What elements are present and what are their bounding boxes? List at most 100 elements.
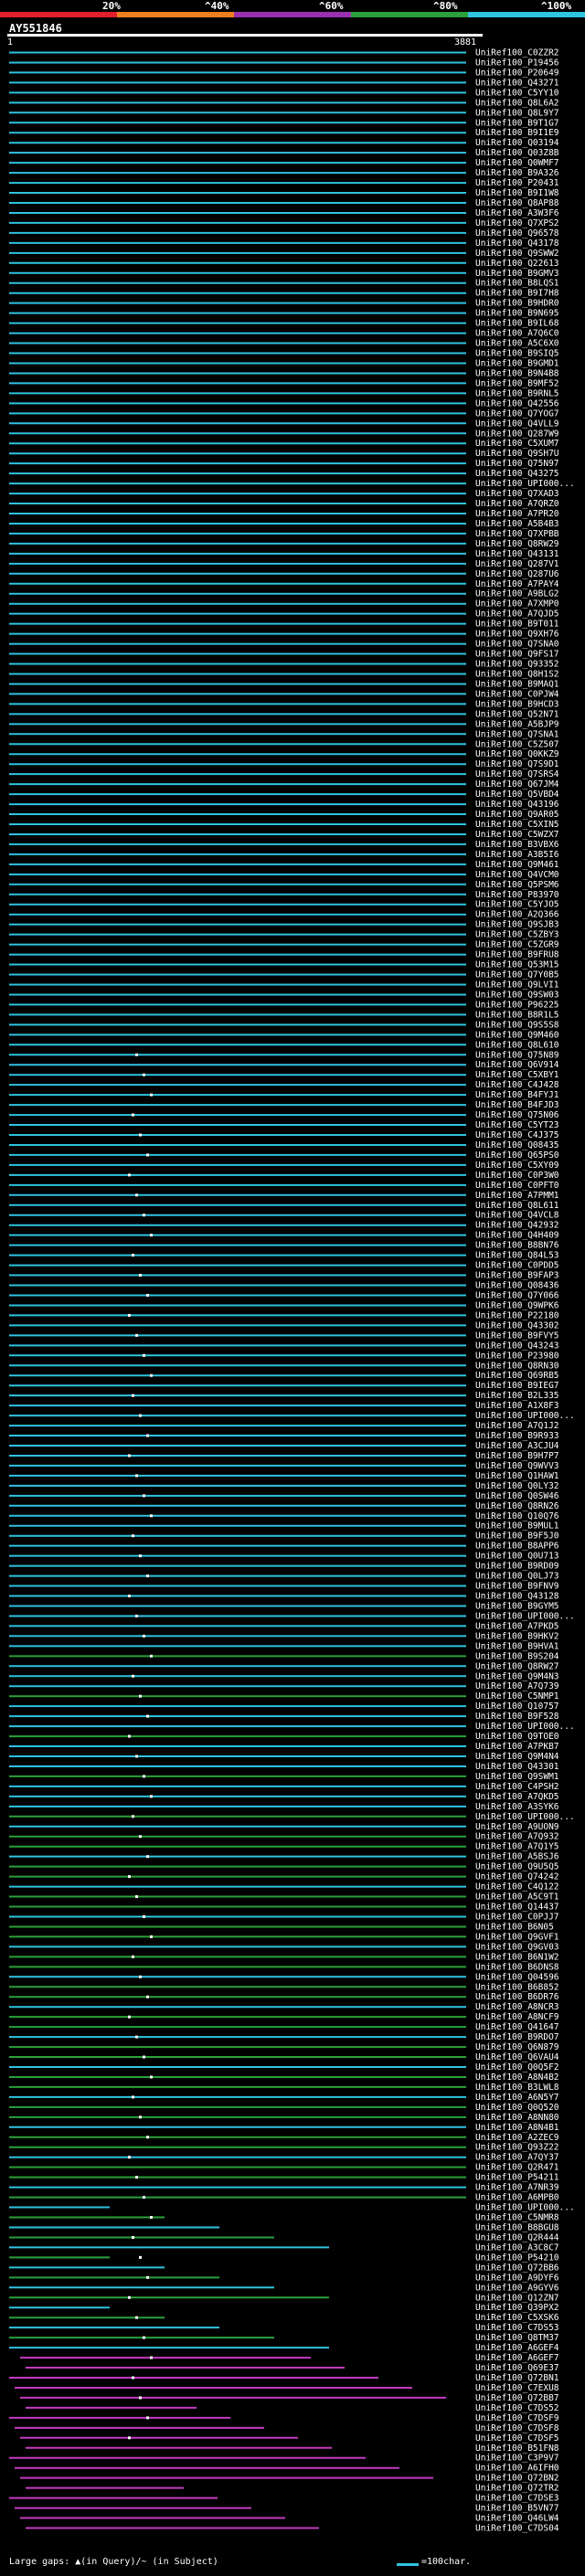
hit-label[interactable]: UniRef100_A7PKB7 xyxy=(475,1742,559,1752)
hit-label[interactable]: UniRef100_B9HVA1 xyxy=(475,1641,559,1651)
hit-label[interactable]: UniRef100_Q2R444 xyxy=(475,2232,559,2242)
hit-label[interactable]: UniRef100_Q84L53 xyxy=(475,1251,559,1261)
hit-label[interactable]: UniRef100_B2L335 xyxy=(475,1391,559,1401)
hit-label[interactable]: UniRef100_Q72TR2 xyxy=(475,2484,559,2494)
hit-label[interactable]: UniRef100_UPI000... xyxy=(475,1812,575,1822)
hit-label[interactable]: UniRef100_B6B852 xyxy=(475,1982,559,1992)
hit-label[interactable]: UniRef100_C5XSK6 xyxy=(475,2313,559,2323)
hit-label[interactable]: UniRef100_Q6N879 xyxy=(475,2042,559,2052)
hit-label[interactable]: UniRef100_Q9FS17 xyxy=(475,650,559,660)
hit-label[interactable]: UniRef100_Q72BB7 xyxy=(475,2393,559,2403)
hit-label[interactable]: UniRef100_Q8RN26 xyxy=(475,1501,559,1511)
hit-label[interactable]: UniRef100_B9FVY5 xyxy=(475,1330,559,1341)
hit-label[interactable]: UniRef100_B9RDO7 xyxy=(475,2032,559,2042)
hit-label[interactable]: UniRef100_Q9SH7U xyxy=(475,449,559,459)
hit-label[interactable]: UniRef100_Q8H1S2 xyxy=(475,669,559,679)
hit-label[interactable]: UniRef100_Q0SW46 xyxy=(475,1491,559,1501)
hit-label[interactable]: UniRef100_B9S204 xyxy=(475,1651,559,1661)
hit-label[interactable]: UniRef100_B6N1W2 xyxy=(475,1952,559,1962)
hit-label[interactable]: UniRef100_Q287V1 xyxy=(475,559,559,569)
hit-label[interactable]: UniRef100_C5YJO5 xyxy=(475,900,559,910)
hit-label[interactable]: UniRef100_Q46LW4 xyxy=(475,2514,559,2524)
hit-label[interactable]: UniRef100_B9R933 xyxy=(475,1431,559,1441)
hit-label[interactable]: UniRef100_UPI000... xyxy=(475,1611,575,1621)
hit-label[interactable]: UniRef100_A3W3F6 xyxy=(475,208,559,218)
hit-label[interactable]: UniRef100_Q43271 xyxy=(475,78,559,88)
hit-label[interactable]: UniRef100_Q7Y0B5 xyxy=(475,970,559,981)
hit-label[interactable]: UniRef100_Q9M4N3 xyxy=(475,1671,559,1681)
hit-label[interactable]: UniRef100_Q0LJ73 xyxy=(475,1572,559,1582)
hit-label[interactable]: UniRef100_B9RNL5 xyxy=(475,388,559,398)
hit-label[interactable]: UniRef100_C5ZGR9 xyxy=(475,940,559,950)
hit-label[interactable]: UniRef100_B9F5J0 xyxy=(475,1532,559,1542)
hit-label[interactable]: UniRef100_B6N05 xyxy=(475,1922,554,1932)
hit-label[interactable]: UniRef100_Q9S5S8 xyxy=(475,1020,559,1030)
hit-label[interactable]: UniRef100_A7Q739 xyxy=(475,1681,559,1691)
hit-label[interactable]: UniRef100_C7DS52 xyxy=(475,2403,559,2413)
hit-label[interactable]: UniRef100_A5B4B3 xyxy=(475,519,559,529)
hit-label[interactable]: UniRef100_P54211 xyxy=(475,2173,559,2183)
hit-label[interactable]: UniRef100_A3B5I6 xyxy=(475,850,559,860)
hit-label[interactable]: UniRef100_C7DSF8 xyxy=(475,2423,559,2433)
hit-label[interactable]: UniRef100_Q93Z22 xyxy=(475,2143,559,2153)
hit-label[interactable]: UniRef100_Q43131 xyxy=(475,549,559,559)
hit-label[interactable]: UniRef100_Q7XAD3 xyxy=(475,489,559,499)
hit-label[interactable]: UniRef100_Q9M461 xyxy=(475,860,559,870)
hit-label[interactable]: UniRef100_C7EXU8 xyxy=(475,2383,559,2393)
hit-label[interactable]: UniRef100_Q8L610 xyxy=(475,1040,559,1050)
hit-label[interactable]: UniRef100_A7QKD5 xyxy=(475,1792,559,1802)
hit-label[interactable]: UniRef100_UPI000... xyxy=(475,1722,575,1732)
hit-label[interactable]: UniRef100_A7Q6C0 xyxy=(475,329,559,339)
hit-label[interactable]: UniRef100_B8APP6 xyxy=(475,1542,559,1552)
hit-label[interactable]: UniRef100_C0PDD5 xyxy=(475,1261,559,1271)
hit-label[interactable]: UniRef100_A9GYV6 xyxy=(475,2283,559,2293)
hit-label[interactable]: UniRef100_C0PFT0 xyxy=(475,1181,559,1191)
hit-label[interactable]: UniRef100_B9F528 xyxy=(475,1712,559,1722)
hit-label[interactable]: UniRef100_C4PSH2 xyxy=(475,1782,559,1792)
hit-label[interactable]: UniRef100_A7QJD5 xyxy=(475,610,559,620)
hit-label[interactable]: UniRef100_Q08435 xyxy=(475,1140,559,1150)
hit-label[interactable]: UniRef100_C5Z507 xyxy=(475,739,559,749)
hit-label[interactable]: UniRef100_A9BLG2 xyxy=(475,589,559,599)
hit-label[interactable]: UniRef100_B8LQS1 xyxy=(475,279,559,289)
hit-label[interactable]: UniRef100_A6GEF7 xyxy=(475,2353,559,2363)
hit-label[interactable]: UniRef100_Q9M4N4 xyxy=(475,1752,559,1762)
hit-label[interactable]: UniRef100_Q10Q76 xyxy=(475,1511,559,1521)
hit-label[interactable]: UniRef100_B9FNV9 xyxy=(475,1582,559,1592)
hit-label[interactable]: UniRef100_UPI000... xyxy=(475,2203,575,2213)
hit-label[interactable]: UniRef100_Q75N97 xyxy=(475,459,559,469)
hit-label[interactable]: UniRef100_C5YY10 xyxy=(475,88,559,98)
hit-label[interactable]: UniRef100_Q287U6 xyxy=(475,569,559,579)
hit-label[interactable]: UniRef100_C0ZZR2 xyxy=(475,48,559,58)
hit-label[interactable]: UniRef100_A7XMP0 xyxy=(475,599,559,610)
hit-label[interactable]: UniRef100_B9A326 xyxy=(475,168,559,178)
hit-label[interactable]: UniRef100_Q14437 xyxy=(475,1903,559,1913)
hit-label[interactable]: UniRef100_C3P9V7 xyxy=(475,2454,559,2464)
hit-label[interactable]: UniRef100_Q7XPS2 xyxy=(475,218,559,228)
hit-label[interactable]: UniRef100_Q72BN1 xyxy=(475,2373,559,2383)
hit-label[interactable]: UniRef100_Q04596 xyxy=(475,1972,559,1982)
hit-label[interactable]: UniRef100_B5VN77 xyxy=(475,2504,559,2514)
hit-label[interactable]: UniRef100_A6IFH0 xyxy=(475,2464,559,2474)
hit-label[interactable]: UniRef100_Q43196 xyxy=(475,800,559,810)
hit-label[interactable]: UniRef100_B9I1E9 xyxy=(475,128,559,138)
hit-label[interactable]: UniRef100_A8NN80 xyxy=(475,2113,559,2123)
hit-label[interactable]: UniRef100_Q9M460 xyxy=(475,1030,559,1040)
hit-label[interactable]: UniRef100_Q0Q5F2 xyxy=(475,2062,559,2072)
hit-label[interactable]: UniRef100_Q72BN2 xyxy=(475,2474,559,2484)
hit-label[interactable]: UniRef100_B9FRU8 xyxy=(475,950,559,960)
hit-label[interactable]: UniRef100_B9T1G7 xyxy=(475,118,559,128)
hit-label[interactable]: UniRef100_A8NCR3 xyxy=(475,2002,559,2012)
hit-label[interactable]: UniRef100_Q9AR05 xyxy=(475,810,559,820)
hit-label[interactable]: UniRef100_Q1HAW1 xyxy=(475,1471,559,1481)
hit-label[interactable]: UniRef100_Q75N89 xyxy=(475,1050,559,1060)
hit-label[interactable]: UniRef100_A7QRZ0 xyxy=(475,499,559,509)
hit-label[interactable]: UniRef100_A5C6X0 xyxy=(475,339,559,349)
hit-label[interactable]: UniRef100_C5XY09 xyxy=(475,1161,559,1171)
hit-label[interactable]: UniRef100_Q9XH76 xyxy=(475,630,559,640)
hit-label[interactable]: UniRef100_A3C8C7 xyxy=(475,2242,559,2253)
hit-label[interactable]: UniRef100_C5XUM7 xyxy=(475,439,559,449)
hit-label[interactable]: UniRef100_B9GMV3 xyxy=(475,269,559,279)
hit-label[interactable]: UniRef100_Q9TOE0 xyxy=(475,1732,559,1742)
hit-label[interactable]: UniRef100_B9HKV2 xyxy=(475,1631,559,1641)
